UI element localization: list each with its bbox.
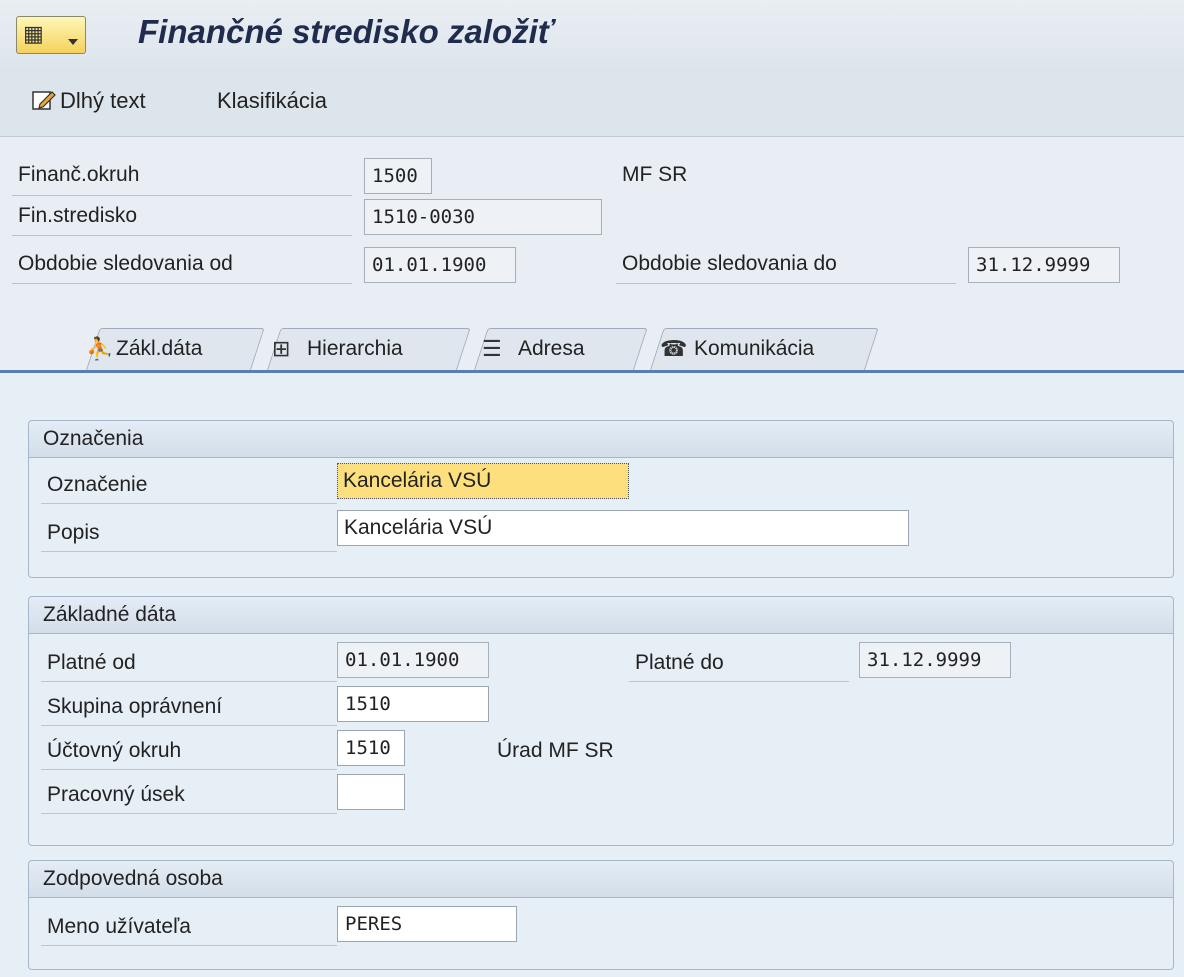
group-designations: Označenia Označenie Kancelária VSÚ Popis… bbox=[28, 420, 1174, 578]
work-section-input[interactable] bbox=[337, 774, 405, 810]
user-name-label: Meno užívateľa bbox=[47, 915, 191, 938]
fin-area-label: Finanč.okruh bbox=[18, 163, 140, 186]
designation-label: Označenie bbox=[47, 473, 148, 496]
divider bbox=[629, 681, 849, 682]
group-title: Zodpovedná osoba bbox=[43, 867, 223, 890]
divider bbox=[41, 769, 337, 770]
edit-pencil-icon bbox=[32, 91, 56, 110]
valid-to-label: Platné do bbox=[635, 651, 724, 674]
company-code-description: Úrad MF SR bbox=[497, 739, 614, 762]
description-input[interactable]: Kancelária VSÚ bbox=[337, 510, 909, 546]
description-label: Popis bbox=[47, 521, 100, 544]
divider bbox=[41, 813, 337, 814]
group-header: Základné dáta bbox=[29, 597, 1173, 634]
group-title: Označenia bbox=[43, 427, 144, 450]
user-name-input[interactable]: PERES bbox=[337, 906, 517, 942]
valid-to-field: 31.12.9999 bbox=[859, 642, 1011, 678]
telephone-icon: ☎ bbox=[660, 336, 688, 361]
group-basic-data: Základné dáta Platné od 01.01.1900 Platn… bbox=[28, 596, 1174, 846]
divider bbox=[41, 725, 337, 726]
auth-group-input[interactable]: 1510 bbox=[337, 686, 489, 722]
period-from-label: Obdobie sledovania od bbox=[18, 252, 233, 275]
person-icon: ⛹ bbox=[86, 336, 114, 361]
period-to-field: 31.12.9999 bbox=[968, 247, 1120, 283]
divider bbox=[41, 503, 337, 504]
divider bbox=[41, 551, 337, 552]
divider bbox=[41, 945, 337, 946]
tab-label: Hierarchia bbox=[307, 337, 403, 360]
title-bar: ▦ Finančné stredisko založiť bbox=[0, 0, 1184, 71]
period-from-field: 01.01.1900 bbox=[364, 247, 516, 283]
fin-area-description: MF SR bbox=[622, 163, 688, 186]
fin-center-field: 1510-0030 bbox=[364, 199, 602, 235]
group-header: Zodpovedná osoba bbox=[29, 861, 1173, 898]
group-title: Základné dáta bbox=[43, 603, 177, 626]
group-responsible-person: Zodpovedná osoba Meno užívateľa PERES bbox=[28, 860, 1174, 970]
work-section-label: Pracovný úsek bbox=[47, 783, 185, 806]
tab-label: Zákl.dáta bbox=[116, 337, 203, 360]
dropdown-arrow-icon bbox=[68, 39, 78, 45]
long-text-button[interactable]: Dlhý text bbox=[32, 88, 146, 114]
period-to-label: Obdobie sledovania do bbox=[622, 252, 837, 275]
group-header: Označenia bbox=[29, 421, 1173, 458]
tab-label: Komunikácia bbox=[694, 337, 815, 360]
divider bbox=[12, 195, 352, 196]
system-menu-button[interactable]: ▦ bbox=[16, 16, 86, 54]
hierarchy-icon: ⊞ bbox=[272, 336, 291, 361]
fin-center-label: Fin.stredisko bbox=[18, 204, 138, 227]
tab-label: Adresa bbox=[518, 337, 585, 360]
window-title: Finančné stredisko založiť bbox=[138, 13, 554, 50]
long-text-label: Dlhý text bbox=[60, 88, 146, 113]
designation-input[interactable]: Kancelária VSÚ bbox=[337, 463, 629, 499]
valid-from-field: 01.01.1900 bbox=[337, 642, 489, 678]
company-code-input[interactable]: 1510 bbox=[337, 730, 405, 766]
valid-from-label: Platné od bbox=[47, 651, 136, 674]
application-toolbar: Dlhý text Klasifikácia bbox=[0, 70, 1184, 137]
tab-hierarchy[interactable]: ⊞ Hierarchia bbox=[267, 328, 471, 370]
company-code-label: Účtovný okruh bbox=[47, 739, 182, 762]
tab-communication[interactable]: ☎ Komunikácia bbox=[650, 328, 879, 370]
divider bbox=[616, 283, 956, 284]
tab-basic-data[interactable]: ⛹ Zákl.dáta bbox=[86, 328, 265, 370]
auth-group-label: Skupina oprávnení bbox=[47, 695, 223, 718]
address-icon: ☰ bbox=[482, 336, 502, 361]
divider bbox=[12, 235, 352, 236]
tab-address[interactable]: ☰ Adresa bbox=[474, 328, 648, 370]
sap-menu-icon: ▦ bbox=[23, 21, 44, 46]
divider bbox=[12, 283, 352, 284]
fin-area-field: 1500 bbox=[364, 158, 432, 194]
divider bbox=[41, 681, 337, 682]
classification-button[interactable]: Klasifikácia bbox=[217, 88, 327, 114]
